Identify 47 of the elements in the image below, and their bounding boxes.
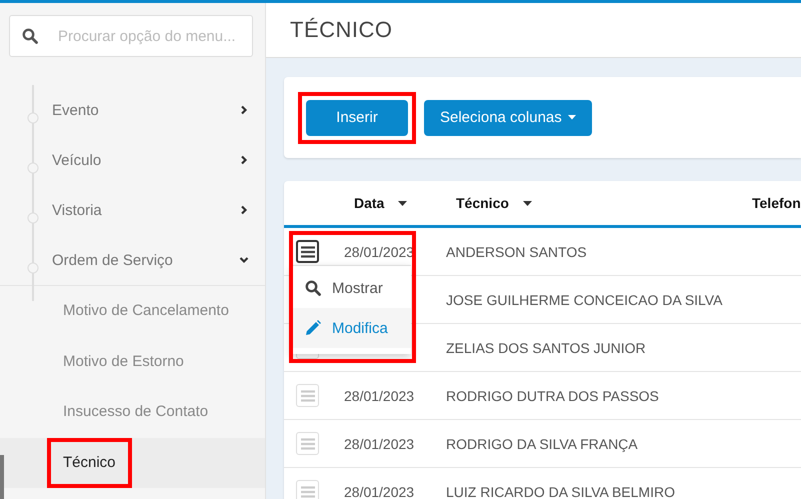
column-header[interactable]: Telefon <box>752 195 801 211</box>
submenu-item[interactable]: Técnico <box>0 438 265 488</box>
columns-dropdown-button[interactable]: Seleciona colunas <box>424 100 592 136</box>
submenu-item[interactable]: Motivo de Estorno <box>0 336 265 387</box>
technician-cell: RODRIGO DUTRA DOS PASSOS <box>446 388 659 404</box>
menu-item[interactable]: Mostrar <box>291 268 411 308</box>
menu-item[interactable]: Vistoria <box>0 185 265 235</box>
submenu-label: Motivo de Cancelamento <box>63 302 229 320</box>
menu-item[interactable]: Modifica <box>291 308 411 348</box>
page-title: TÉCNICO <box>290 17 392 43</box>
menu-icon <box>300 438 314 450</box>
submenu-label: Técnico <box>63 454 116 471</box>
chevron-right-icon <box>239 205 249 215</box>
chevron-right-icon <box>239 105 249 115</box>
chevron-down-icon <box>239 255 249 265</box>
date-cell: 28/01/2023 <box>344 436 414 452</box>
technician-cell: ZELIAS DOS SANTOS JUNIOR <box>446 340 646 356</box>
caret-icon[interactable] <box>522 200 532 206</box>
menu-item[interactable]: Ordem de Serviço <box>0 235 265 285</box>
submenu-label: Motivo de Estorno <box>63 352 184 370</box>
date-cell: 28/01/2023 <box>344 388 414 404</box>
search-field[interactable]: Procurar opção do menu... <box>9 15 253 57</box>
row-menu-button[interactable] <box>296 240 319 263</box>
caret-icon[interactable] <box>398 200 408 206</box>
menu-item[interactable]: Veículo <box>0 135 265 185</box>
date-cell: 28/01/2023 <box>344 484 414 499</box>
chevron-right-icon <box>239 155 249 165</box>
column-header[interactable]: Data <box>354 195 384 211</box>
insert-button[interactable]: Inserir <box>306 100 408 136</box>
menu-icon <box>300 246 314 258</box>
caret-icon <box>568 115 576 120</box>
submenu-item[interactable]: Insucesso de Contato <box>0 387 265 438</box>
menu-icon <box>300 486 314 498</box>
menu-item[interactable]: Evento <box>0 85 265 135</box>
date-cell: 28/01/2023 <box>344 244 414 260</box>
column-header[interactable]: Técnico <box>456 195 509 211</box>
pencil-icon <box>305 320 321 336</box>
submenu-label: Insucesso de Contato <box>63 403 208 420</box>
search-icon <box>305 280 321 296</box>
technician-cell: RODRIGO DA SILVA FRANÇA <box>446 436 638 452</box>
technician-cell: LUIZ RICARDO DA SILVA BELMIRO <box>446 484 675 499</box>
submenu-item[interactable]: Motivo de Cancelamento <box>0 285 265 336</box>
technician-cell: JOSE GUILHERME CONCEICAO DA SILVA <box>446 292 722 308</box>
technician-cell: ANDERSON SANTOS <box>446 244 587 260</box>
search-icon <box>22 28 38 44</box>
menu-icon <box>300 390 314 402</box>
scrollbar[interactable] <box>0 455 4 499</box>
